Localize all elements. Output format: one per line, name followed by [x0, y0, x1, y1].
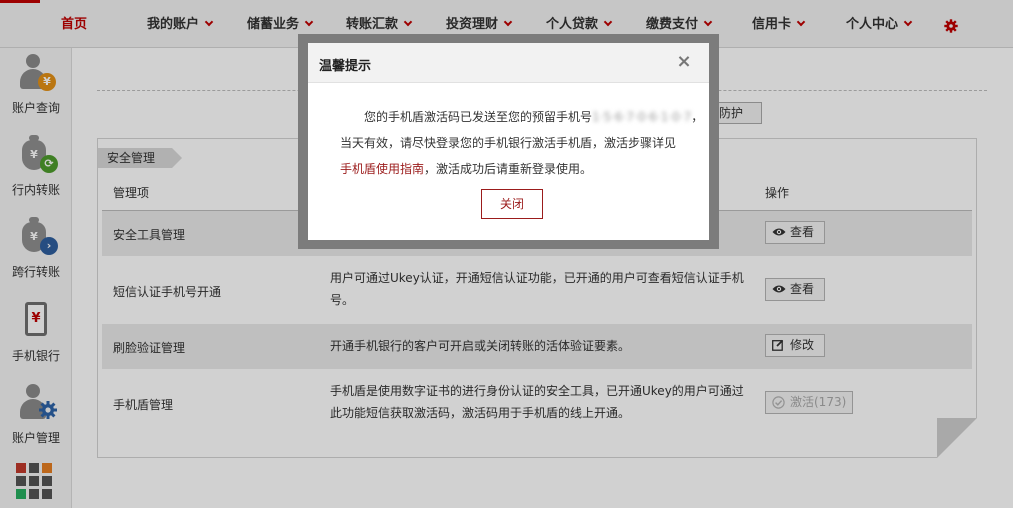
message-line-2: 当天有效，请尽快登录您的手机银行激活手机盾，激活步骤详见: [340, 136, 677, 150]
notice-dialog: 温馨提示 × 您的手机盾激活码已发送至您的预留手机号1·5·6·7·0·6·1·…: [308, 43, 709, 240]
message-line-3: ，激活成功后请重新登录使用。: [424, 162, 593, 176]
close-button[interactable]: 关闭: [481, 189, 543, 219]
message-punct: ，: [691, 110, 704, 124]
dialog-frame: 温馨提示 × 您的手机盾激活码已发送至您的预留手机号1·5·6·7·0·6·1·…: [298, 34, 719, 249]
dialog-message: 您的手机盾激活码已发送至您的预留手机号1·5·6·7·0·6·1·0·7， 当天…: [340, 104, 703, 182]
close-button-label: 关闭: [499, 197, 524, 211]
close-icon[interactable]: ×: [674, 52, 694, 72]
dialog-title: 温馨提示: [319, 59, 372, 74]
message-line-1: 您的手机盾激活码已发送至您的预留手机号: [364, 110, 593, 124]
masked-phone-number: 1·5·6·7·0·6·1·0·7: [592, 110, 692, 124]
guide-link[interactable]: 手机盾使用指南: [340, 162, 424, 176]
dialog-header: 温馨提示 ×: [308, 43, 709, 83]
